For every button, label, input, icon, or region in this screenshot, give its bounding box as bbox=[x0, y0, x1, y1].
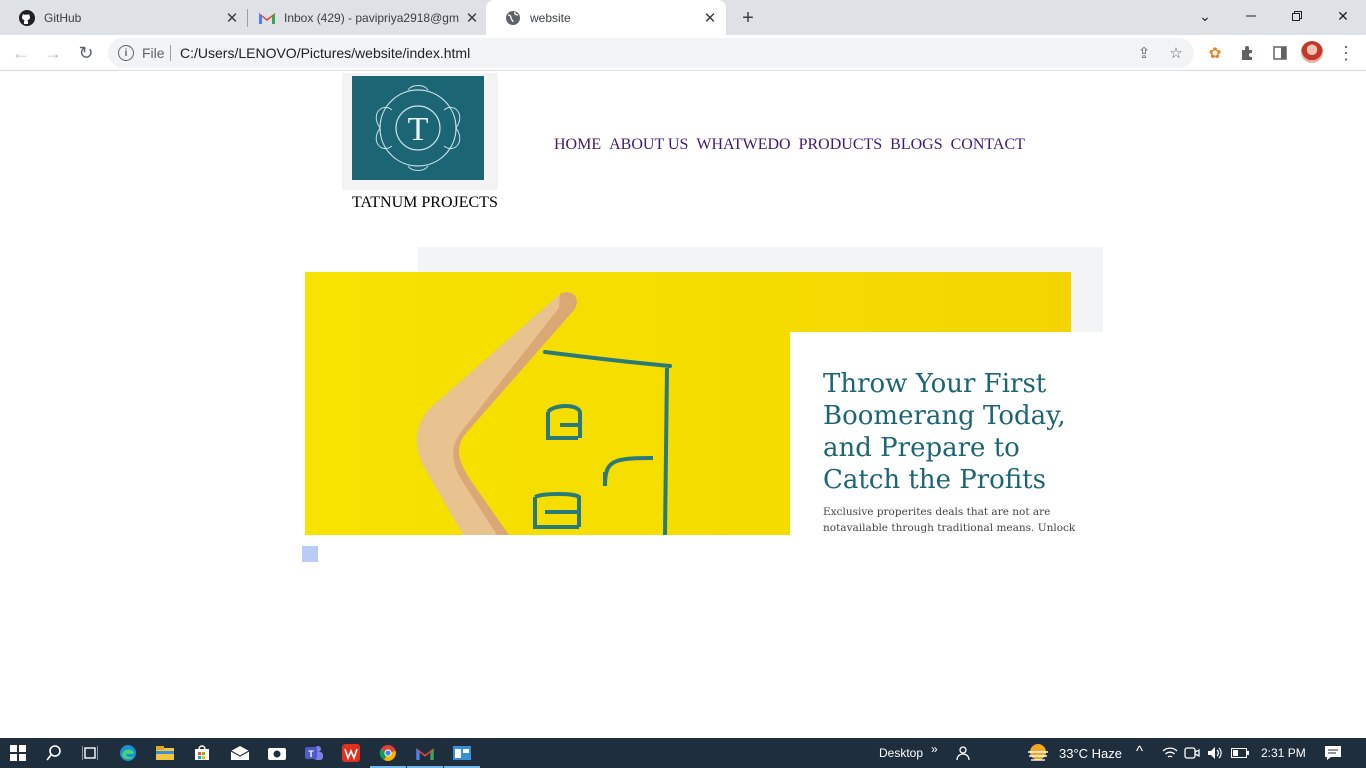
logo[interactable]: T bbox=[352, 76, 484, 180]
chevron-up-icon[interactable]: ^ bbox=[1136, 743, 1143, 760]
main-nav: HOME ABOUT US WHATWEDO PRODUCTS BLOGS CO… bbox=[554, 136, 1025, 154]
selection-highlight bbox=[302, 546, 318, 562]
hero-card: Throw Your First Boomerang Today, and Pr… bbox=[790, 332, 1103, 542]
forward-button[interactable]: → bbox=[39, 39, 67, 67]
task-view-icon[interactable] bbox=[78, 741, 102, 765]
browser-toolbar: ← → ↻ i File C:/Users/LENOVO/Pictures/we… bbox=[0, 35, 1366, 71]
address-bar[interactable]: i File C:/Users/LENOVO/Pictures/website/… bbox=[108, 38, 1194, 68]
chrome-icon[interactable] bbox=[370, 741, 406, 768]
people-icon[interactable] bbox=[952, 741, 976, 765]
profile-avatar[interactable] bbox=[1301, 41, 1323, 63]
back-button[interactable]: ← bbox=[7, 39, 35, 67]
notifications-icon[interactable] bbox=[1321, 741, 1345, 765]
windows-start-icon[interactable] bbox=[6, 741, 30, 765]
meet-now-icon[interactable] bbox=[1180, 741, 1204, 765]
new-tab-button[interactable]: + bbox=[736, 6, 760, 30]
nav-about-us[interactable]: ABOUT US bbox=[609, 136, 688, 154]
nav-contact[interactable]: CONTACT bbox=[951, 136, 1025, 154]
close-tab-icon[interactable]: ✕ bbox=[222, 8, 242, 28]
close-window-button[interactable]: ✕ bbox=[1320, 0, 1366, 32]
nav-products[interactable]: PRODUCTS bbox=[799, 136, 883, 154]
taskbar: T Desktop » 33°C Haze ^ 2:31 PM bbox=[0, 738, 1366, 768]
teams-icon[interactable]: T bbox=[302, 741, 326, 765]
share-icon[interactable]: ⇪ bbox=[1134, 43, 1154, 63]
page-viewport: T TATNUM PROJECTS HOME ABOUT US WHATWEDO… bbox=[0, 71, 1366, 738]
close-tab-icon[interactable]: ✕ bbox=[462, 8, 482, 28]
restore-button[interactable] bbox=[1274, 0, 1320, 32]
menu-icon[interactable]: ⋮ bbox=[1334, 41, 1358, 65]
url-text[interactable]: C:/Users/LENOVO/Pictures/website/index.h… bbox=[180, 45, 470, 61]
divider bbox=[170, 45, 171, 61]
github-icon bbox=[19, 9, 35, 26]
hero-text: Exclusive properites deals that are not … bbox=[823, 506, 1076, 534]
wps-office-icon[interactable] bbox=[339, 741, 363, 765]
tab-gmail[interactable]: Inbox (429) - pavipriya2918@gm ✕ bbox=[240, 0, 488, 35]
svg-text:T: T bbox=[308, 749, 314, 759]
volume-icon[interactable] bbox=[1203, 741, 1227, 765]
clock-time[interactable]: 2:31 PM bbox=[1261, 746, 1306, 760]
extension-icon[interactable]: ✿ bbox=[1203, 41, 1227, 65]
logo-container: T bbox=[342, 73, 498, 190]
side-panel-icon[interactable] bbox=[1268, 41, 1292, 65]
reload-button[interactable]: ↻ bbox=[72, 39, 100, 67]
tab-github[interactable]: GitHub ✕ bbox=[0, 0, 248, 35]
desktop-toolbar-label[interactable]: Desktop bbox=[879, 746, 923, 760]
gmail-taskbar-icon[interactable] bbox=[407, 741, 443, 768]
weather-haze-icon bbox=[1026, 741, 1050, 765]
close-tab-icon[interactable]: ✕ bbox=[700, 8, 720, 28]
mail-icon[interactable] bbox=[228, 741, 252, 765]
weather-text[interactable]: 33°C Haze bbox=[1059, 746, 1122, 761]
file-explorer-icon[interactable] bbox=[153, 741, 177, 765]
nav-home[interactable]: HOME bbox=[554, 136, 601, 154]
extensions-puzzle-icon[interactable] bbox=[1236, 41, 1260, 65]
tab-label: website bbox=[530, 10, 571, 25]
minimize-button[interactable] bbox=[1228, 0, 1274, 32]
search-icon[interactable] bbox=[42, 741, 66, 765]
tab-strip: GitHub ✕ Inbox (429) - pavipriya2918@gm … bbox=[0, 0, 1366, 35]
tab-search-icon[interactable]: ⌄ bbox=[1182, 0, 1228, 32]
nav-whatwedo[interactable]: WHATWEDO bbox=[696, 136, 790, 154]
hero-title: Throw Your First Boomerang Today, and Pr… bbox=[823, 369, 1066, 495]
camera-icon[interactable] bbox=[265, 741, 289, 765]
minimize-icon bbox=[1246, 15, 1256, 17]
gmail-icon bbox=[259, 10, 275, 26]
logo-letter: T bbox=[408, 111, 429, 148]
tab-label: GitHub bbox=[44, 10, 82, 25]
edge-icon[interactable] bbox=[116, 741, 140, 765]
restore-icon bbox=[1292, 11, 1302, 21]
bookmark-star-icon[interactable]: ☆ bbox=[1166, 43, 1186, 63]
info-icon[interactable]: i bbox=[118, 45, 134, 61]
tab-website[interactable]: website ✕ bbox=[486, 0, 726, 35]
brand-name: TATNUM PROJECTS bbox=[352, 194, 498, 211]
scheme-label: File bbox=[142, 45, 165, 61]
globe-icon bbox=[505, 10, 521, 26]
chevron-right-icon[interactable]: » bbox=[931, 742, 938, 756]
store-icon[interactable] bbox=[190, 741, 214, 765]
app-window-icon[interactable] bbox=[444, 741, 480, 768]
logo-emblem-icon: T bbox=[375, 85, 461, 171]
nav-blogs[interactable]: BLOGS bbox=[890, 136, 942, 154]
battery-icon[interactable] bbox=[1228, 741, 1252, 765]
wifi-icon[interactable] bbox=[1158, 741, 1182, 765]
tab-label: Inbox (429) - pavipriya2918@gm bbox=[284, 10, 459, 25]
